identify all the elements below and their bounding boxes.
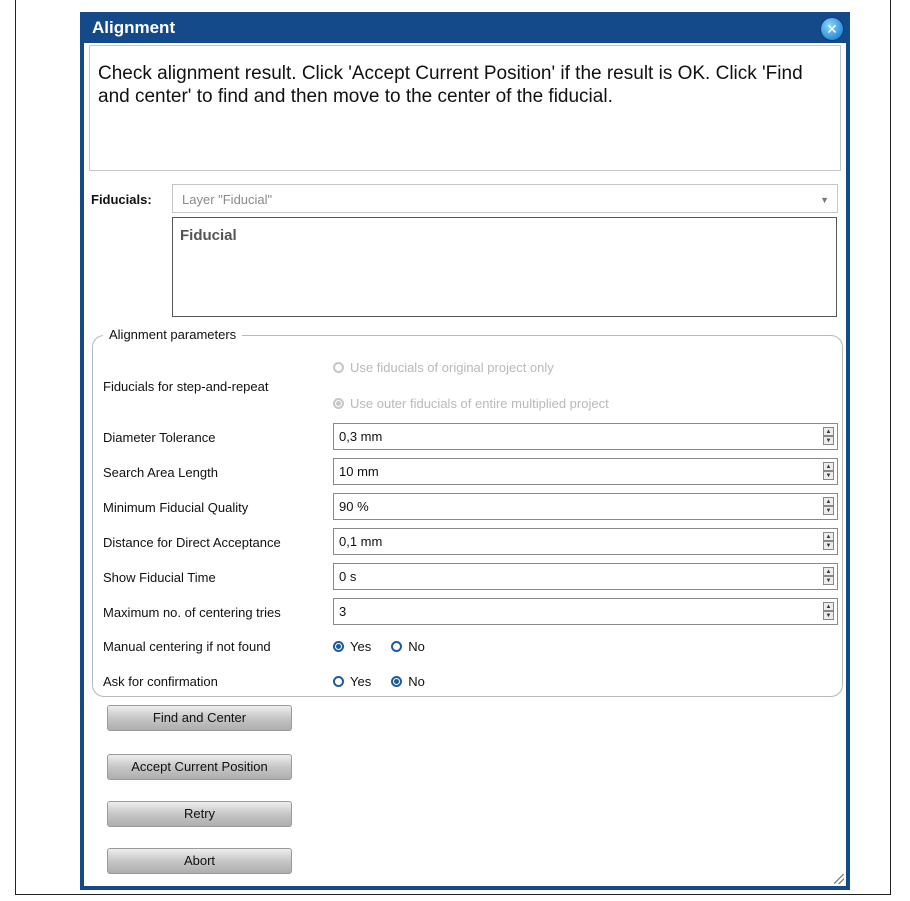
confirmation-yes-radio[interactable] [333,676,344,687]
spin-down-icon[interactable]: ▼ [823,506,834,515]
no-label: No [408,674,425,689]
show-time-label: Show Fiducial Time [103,570,216,585]
group-legend: Alignment parameters [103,327,243,342]
instruction-message: Check alignment result. Click 'Accept Cu… [89,45,841,171]
field-value: 3 [339,604,347,619]
spin-up-icon[interactable]: ▲ [823,462,834,471]
min-quality-label: Minimum Fiducial Quality [103,500,249,515]
diameter-tolerance-label: Diameter Tolerance [103,430,216,445]
spin-arrows[interactable]: ▲ ▼ [823,462,834,481]
spin-up-icon[interactable]: ▲ [823,427,834,436]
abort-button[interactable]: Abort [107,848,292,874]
diameter-tolerance-input[interactable]: 0,3 mm ▲ ▼ [333,423,838,450]
search-area-label: Search Area Length [103,465,218,480]
option-original-only-label: Use fiducials of original project only [350,360,554,375]
centering-tries-input[interactable]: 3 ▲ ▼ [333,598,838,625]
spin-arrows[interactable]: ▲ ▼ [823,567,834,586]
option-outer-fiducials-label: Use outer fiducials of entire multiplied… [350,396,609,411]
step-repeat-label: Fiducials for step-and-repeat [103,379,269,394]
field-value: 10 mm [339,464,379,479]
confirmation-options: Yes No [333,674,445,689]
fiducials-label: Fiducials: [91,192,152,207]
list-item[interactable]: Fiducial [180,227,829,244]
direct-acceptance-input[interactable]: 0,1 mm ▲ ▼ [333,528,838,555]
field-value: 0,1 mm [339,534,383,549]
manual-centering-label: Manual centering if not found [103,639,271,654]
resize-grip-icon[interactable] [834,874,844,884]
spin-down-icon[interactable]: ▼ [823,436,834,445]
radio-original-only[interactable] [333,362,344,373]
spin-arrows[interactable]: ▲ ▼ [823,497,834,516]
spin-arrows[interactable]: ▲ ▼ [823,602,834,621]
alignment-parameters-group: Alignment parameters Fiducials for step-… [92,327,843,697]
alignment-dialog: Alignment ✕ Check alignment result. Clic… [80,12,850,890]
spin-arrows[interactable]: ▲ ▼ [823,427,834,446]
no-label: No [408,639,425,654]
search-area-input[interactable]: 10 mm ▲ ▼ [333,458,838,485]
find-and-center-button[interactable]: Find and Center [107,705,292,731]
dialog-title: Alignment [92,17,176,37]
close-button[interactable]: ✕ [820,17,844,41]
manual-centering-options: Yes No [333,639,445,654]
spin-down-icon[interactable]: ▼ [823,611,834,620]
yes-label: Yes [350,639,372,654]
spin-up-icon[interactable]: ▲ [823,497,834,506]
close-icon: ✕ [826,21,838,37]
manual-centering-yes-radio[interactable] [333,641,344,652]
manual-centering-no-radio[interactable] [391,641,403,652]
spin-up-icon[interactable]: ▲ [823,532,834,541]
field-value: 0,3 mm [339,429,383,444]
retry-button[interactable]: Retry [107,801,292,827]
spin-arrows[interactable]: ▲ ▼ [823,532,834,551]
fiducials-dropdown[interactable]: Layer "Fiducial" ▼ [172,184,838,213]
confirmation-label: Ask for confirmation [103,674,218,689]
fiducials-list[interactable]: Fiducial [172,217,837,317]
centering-tries-label: Maximum no. of centering tries [103,605,281,620]
field-value: 90 % [339,499,369,514]
spin-down-icon[interactable]: ▼ [823,576,834,585]
title-bar[interactable]: Alignment ✕ [80,12,850,43]
option-outer-fiducials[interactable]: Use outer fiducials of entire multiplied… [333,396,609,411]
show-time-input[interactable]: 0 s ▲ ▼ [333,563,838,590]
direct-acceptance-label: Distance for Direct Acceptance [103,535,281,550]
radio-outer-fiducials[interactable] [333,398,344,409]
field-value: 0 s [339,569,357,584]
accept-current-position-button[interactable]: Accept Current Position [107,754,292,780]
spin-up-icon[interactable]: ▲ [823,602,834,611]
min-quality-input[interactable]: 90 % ▲ ▼ [333,493,838,520]
spin-down-icon[interactable]: ▼ [823,541,834,550]
option-original-only[interactable]: Use fiducials of original project only [333,360,554,375]
confirmation-no-radio[interactable] [391,676,403,687]
fiducials-dropdown-value: Layer "Fiducial" [182,192,273,207]
spin-down-icon[interactable]: ▼ [823,471,834,480]
spin-up-icon[interactable]: ▲ [823,567,834,576]
chevron-down-icon: ▼ [820,195,829,205]
yes-label: Yes [350,674,372,689]
